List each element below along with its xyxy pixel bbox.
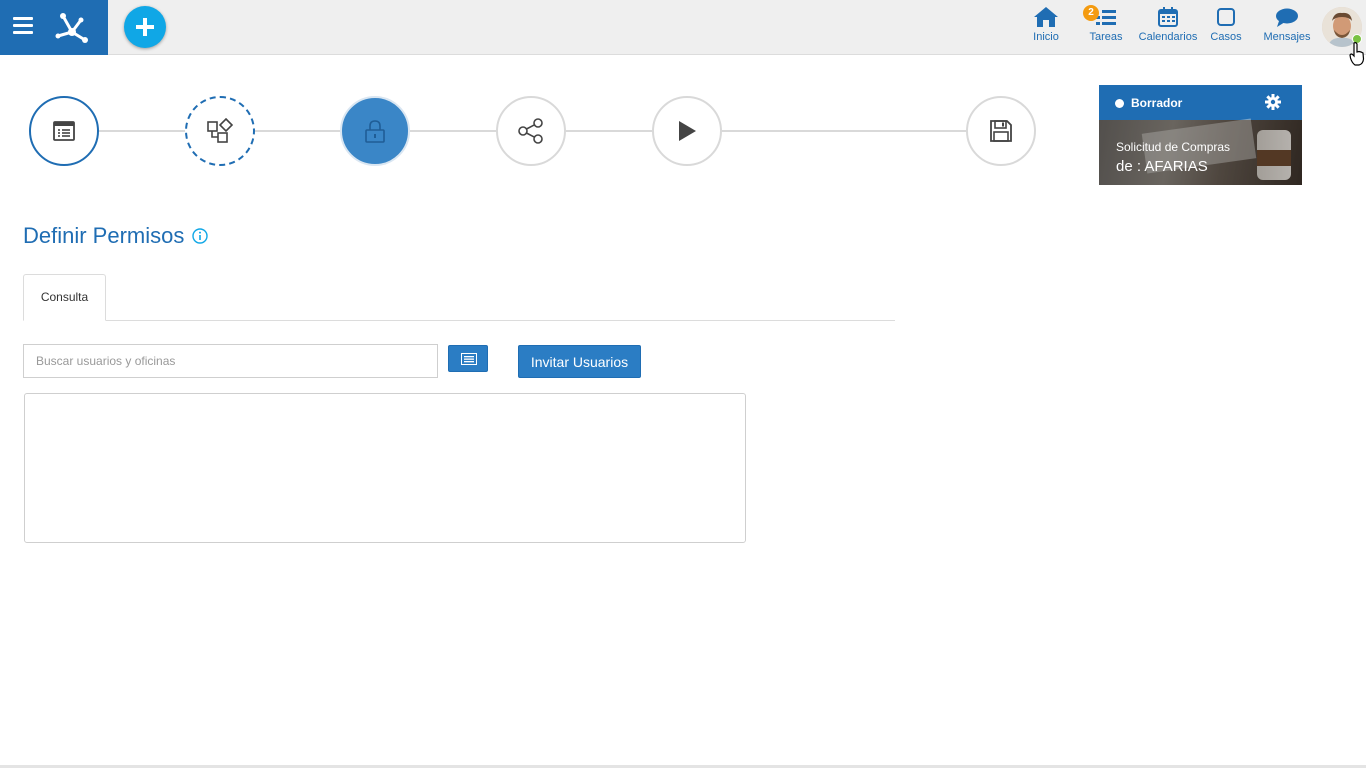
lock-icon xyxy=(365,120,385,143)
nav-casos-label: Casos xyxy=(1210,31,1242,43)
step-connector xyxy=(565,130,653,132)
wizard-stepper xyxy=(0,90,1060,172)
tab-consulta[interactable]: Consulta xyxy=(23,274,106,321)
step-save[interactable] xyxy=(966,96,1036,166)
step-permissions[interactable] xyxy=(340,96,410,166)
card-background-image: Solicitud de Compras de : AFARIAS xyxy=(1099,118,1302,185)
nav-casos[interactable]: Casos xyxy=(1209,6,1243,50)
add-button[interactable] xyxy=(124,6,166,48)
cases-icon xyxy=(1217,8,1235,26)
brand-area xyxy=(0,0,108,55)
page-title: Definir Permisos xyxy=(23,223,185,248)
play-icon xyxy=(679,121,696,141)
step-connector xyxy=(409,130,497,132)
tasks-count-badge: 2 xyxy=(1083,5,1099,21)
shapes-icon xyxy=(207,118,234,143)
step-connector xyxy=(98,130,186,132)
process-owner: de : AFARIAS xyxy=(1116,158,1208,175)
nav-inicio-label: Inicio xyxy=(1033,31,1059,43)
nav-calendarios[interactable]: Calendarios xyxy=(1137,6,1199,50)
status-indicator xyxy=(1115,99,1124,108)
nav-calendarios-label: Calendarios xyxy=(1138,31,1198,43)
app-logo-icon[interactable] xyxy=(53,8,91,46)
step-modules[interactable] xyxy=(185,96,255,166)
chat-icon xyxy=(1276,8,1298,27)
form-icon xyxy=(53,121,75,141)
list-icon xyxy=(461,353,477,365)
gear-icon[interactable] xyxy=(1265,94,1281,110)
hamburger-menu-icon[interactable] xyxy=(13,17,33,35)
share-icon xyxy=(518,118,543,144)
search-input[interactable] xyxy=(23,344,438,378)
status-label: Borrador xyxy=(1131,96,1183,110)
nav-inicio[interactable]: Inicio xyxy=(1030,6,1062,50)
calendar-icon xyxy=(1158,7,1178,27)
browse-list-button[interactable] xyxy=(448,345,488,372)
invite-users-button[interactable]: Invitar Usuarios xyxy=(518,345,641,378)
tabs-divider xyxy=(23,320,895,321)
home-icon xyxy=(1034,7,1058,27)
permissions-list xyxy=(24,393,746,543)
plus-icon xyxy=(136,18,154,36)
step-connector xyxy=(721,130,967,132)
nav-mensajes[interactable]: Mensajes xyxy=(1262,6,1312,50)
info-icon[interactable] xyxy=(192,228,208,244)
nav-tareas-label: Tareas xyxy=(1089,31,1123,43)
nav-tareas[interactable]: 2 Tareas xyxy=(1083,5,1123,50)
hand-cursor-icon xyxy=(1349,42,1365,66)
step-connector xyxy=(254,130,342,132)
process-status-card: Borrador Solicitud de Compras de : AFARI… xyxy=(1099,85,1302,185)
card-header: Borrador xyxy=(1099,85,1302,120)
step-form[interactable] xyxy=(29,96,99,166)
step-share[interactable] xyxy=(496,96,566,166)
nav-mensajes-label: Mensajes xyxy=(1263,31,1311,43)
top-bar: Inicio 2 Tareas Calendarios Casos Mensaj… xyxy=(0,0,1366,66)
save-icon xyxy=(990,120,1012,142)
step-run[interactable] xyxy=(652,96,722,166)
process-title: Solicitud de Compras xyxy=(1116,140,1231,154)
